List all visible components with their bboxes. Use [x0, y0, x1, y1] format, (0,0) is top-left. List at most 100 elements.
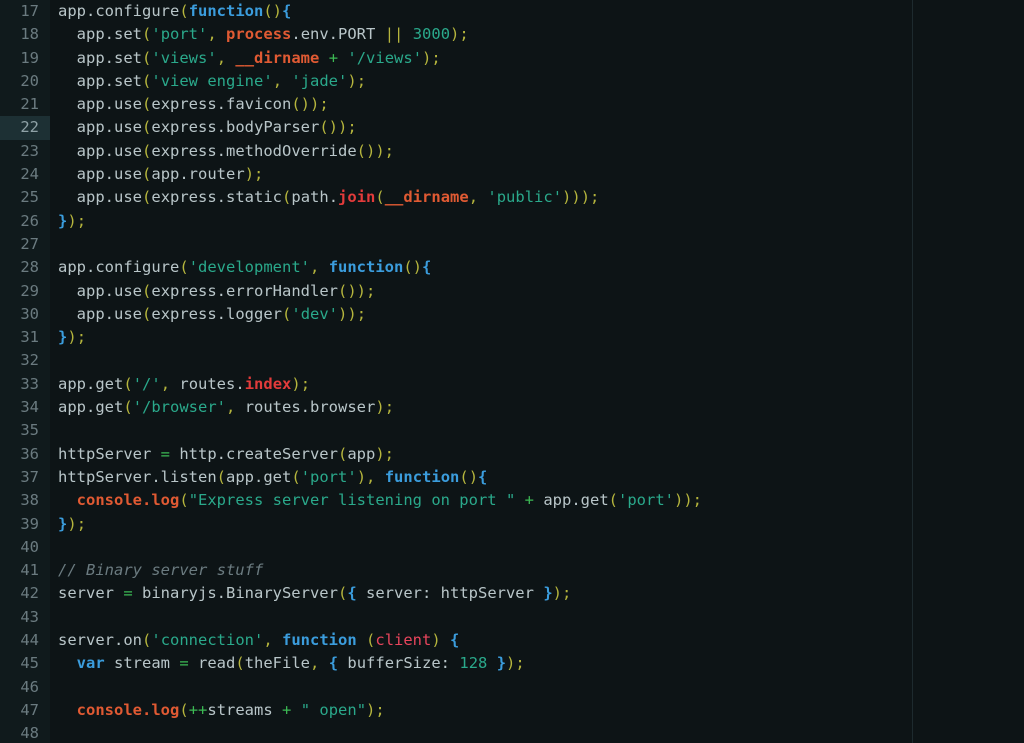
code-line[interactable]: 31}); [0, 326, 1024, 349]
code-text[interactable]: }); [58, 513, 86, 536]
code-line[interactable]: 26}); [0, 210, 1024, 233]
token-plain: . [104, 141, 115, 160]
token-punc: ) [67, 211, 77, 230]
token-punc: ( [142, 165, 152, 184]
line-number: 26 [20, 211, 39, 230]
code-line[interactable]: 18 app.set('port', process.env.PORT || 3… [0, 23, 1024, 46]
code-line[interactable]: 19 app.set('views', __dirname + '/views'… [0, 47, 1024, 70]
token-func: . [142, 700, 152, 719]
code-line[interactable]: 20 app.set('view engine', 'jade'); [0, 70, 1024, 93]
code-line[interactable]: 38 console.log("Express server listening… [0, 489, 1024, 512]
code-line[interactable]: 37 httpServer.listen(app.get('port'), fun… [0, 466, 1024, 489]
code-line[interactable]: 34 app.get('/browser', routes.browser); [0, 396, 1024, 419]
code-text[interactable]: app.use(express.favicon()); [58, 93, 329, 116]
code-lines-container[interactable]: 17 app.configure(function(){18 app.set('p… [0, 0, 1024, 743]
token-plain: app [58, 281, 105, 300]
token-brace: } [496, 654, 507, 673]
line-number: 17 [20, 2, 39, 20]
code-text[interactable]: server = binaryjs.BinaryServer({ server:… [58, 582, 571, 605]
token-plain: app [58, 118, 105, 137]
token-func: . [142, 491, 152, 510]
line-number: 41 [20, 561, 39, 580]
token-plain: routes.browser [244, 398, 376, 417]
code-line[interactable]: 25 app.use(express.static(path.join(__di… [0, 186, 1024, 209]
code-line[interactable]: 35 [0, 419, 1024, 442]
token-plain: app [58, 141, 105, 160]
code-text[interactable]: app.use(express.bodyParser()); [58, 116, 357, 139]
code-text[interactable]: server.on('connection', function (client… [58, 629, 459, 652]
token-plain: . [114, 631, 124, 650]
code-text[interactable]: app.use(express.static(path.join(__dirna… [58, 186, 600, 209]
code-line[interactable]: 39}); [0, 513, 1024, 536]
code-line[interactable]: 47 console.log(++streams + " open"); [0, 699, 1024, 722]
code-line[interactable]: 21 app.use(express.favicon()); [0, 93, 1024, 116]
token-operator: || [384, 25, 404, 44]
code-line[interactable]: 29 app.use(express.errorHandler()); [0, 280, 1024, 303]
token-plain: httpServer [58, 467, 152, 486]
code-line[interactable]: 40 [0, 536, 1024, 559]
token-punc: () [263, 2, 283, 20]
code-line[interactable]: 36 httpServer = http.createServer(app); [0, 443, 1024, 466]
code-text[interactable]: app.use(app.router); [58, 163, 264, 186]
code-line[interactable]: 33 app.get('/', routes.index); [0, 373, 1024, 396]
code-line[interactable]: 43 [0, 606, 1024, 629]
code-line[interactable]: 44 server.on('connection', function (clie… [0, 629, 1024, 652]
token-plain: app [347, 444, 376, 463]
code-text[interactable]: app.use(express.logger('dev')); [58, 303, 366, 326]
code-text[interactable]: app.use(express.methodOverride()); [58, 140, 394, 163]
token-brace: } [58, 514, 68, 533]
code-line[interactable]: 42 server = binaryjs.BinaryServer({ serve… [0, 582, 1024, 605]
code-line[interactable]: 22 app.use(express.bodyParser()); [0, 116, 1024, 140]
code-line[interactable]: 45 var stream = read(theFile, { bufferSi… [0, 652, 1024, 675]
code-text[interactable]: httpServer = http.createServer(app); [58, 443, 394, 466]
code-text[interactable]: app.use(express.errorHandler()); [58, 280, 376, 303]
code-line[interactable]: 24 app.use(app.router); [0, 163, 1024, 186]
code-text[interactable]: // Binary server stuff [58, 559, 263, 582]
code-text[interactable]: app.set('views', __dirname + '/views'); [58, 47, 441, 70]
code-text[interactable]: app.set('port', process.env.PORT || 3000… [58, 23, 469, 46]
token-punc: ()) [291, 95, 320, 114]
token-string: " open" [300, 700, 367, 719]
token-plain: use [114, 165, 143, 184]
code-line[interactable]: 46 [0, 676, 1024, 699]
token-plain: . [104, 165, 115, 184]
code-text[interactable]: var stream = read(theFile, { bufferSize:… [58, 652, 525, 675]
token-plain: express.favicon [151, 95, 292, 114]
token-punc: )) [338, 304, 357, 323]
code-text[interactable]: console.log(++streams + " open"); [58, 699, 385, 722]
token-plain: server [58, 584, 124, 603]
token-punc: ( [142, 48, 152, 67]
code-line[interactable]: 28 app.configure('development', function(… [0, 256, 1024, 279]
code-text[interactable]: app.configure(function(){ [58, 0, 291, 23]
token-punc: ( [142, 71, 152, 90]
code-text[interactable]: console.log("Express server listening on… [58, 489, 702, 512]
token-punc: , [263, 631, 283, 650]
code-line[interactable]: 41 // Binary server stuff [0, 559, 1024, 582]
token-keyword: var [76, 654, 105, 673]
code-line[interactable]: 32 [0, 349, 1024, 372]
code-editor[interactable]: 17 app.configure(function(){18 app.set('p… [0, 0, 1024, 743]
token-string: '/views' [347, 48, 423, 67]
token-plain: use [114, 141, 143, 160]
code-text[interactable]: app.get('/browser', routes.browser); [58, 396, 394, 419]
token-punc: ( [608, 491, 618, 510]
code-line[interactable]: 48 [0, 722, 1024, 743]
code-text[interactable]: }); [58, 326, 86, 349]
code-line[interactable]: 23 app.use(express.methodOverride()); [0, 140, 1024, 163]
code-text[interactable]: app.set('view engine', 'jade'); [58, 70, 366, 93]
code-text[interactable]: app.get('/', routes.index); [58, 373, 310, 396]
code-line[interactable]: 30 app.use(express.logger('dev')); [0, 303, 1024, 326]
code-line[interactable]: 17 app.configure(function(){ [0, 0, 1024, 23]
token-entity: join [338, 188, 376, 207]
code-text[interactable]: app.configure('development', function(){ [58, 256, 431, 279]
code-line[interactable]: 27 [0, 233, 1024, 256]
token-plain: app [58, 398, 86, 417]
token-plain: . [104, 118, 115, 137]
token-string: 'port' [300, 467, 357, 486]
code-text[interactable]: httpServer.listen(app.get('port'), funct… [58, 466, 487, 489]
code-text[interactable]: }); [58, 210, 86, 233]
token-punc: ( [179, 258, 189, 277]
line-number: 35 [20, 421, 39, 440]
line-number: 43 [20, 607, 39, 626]
